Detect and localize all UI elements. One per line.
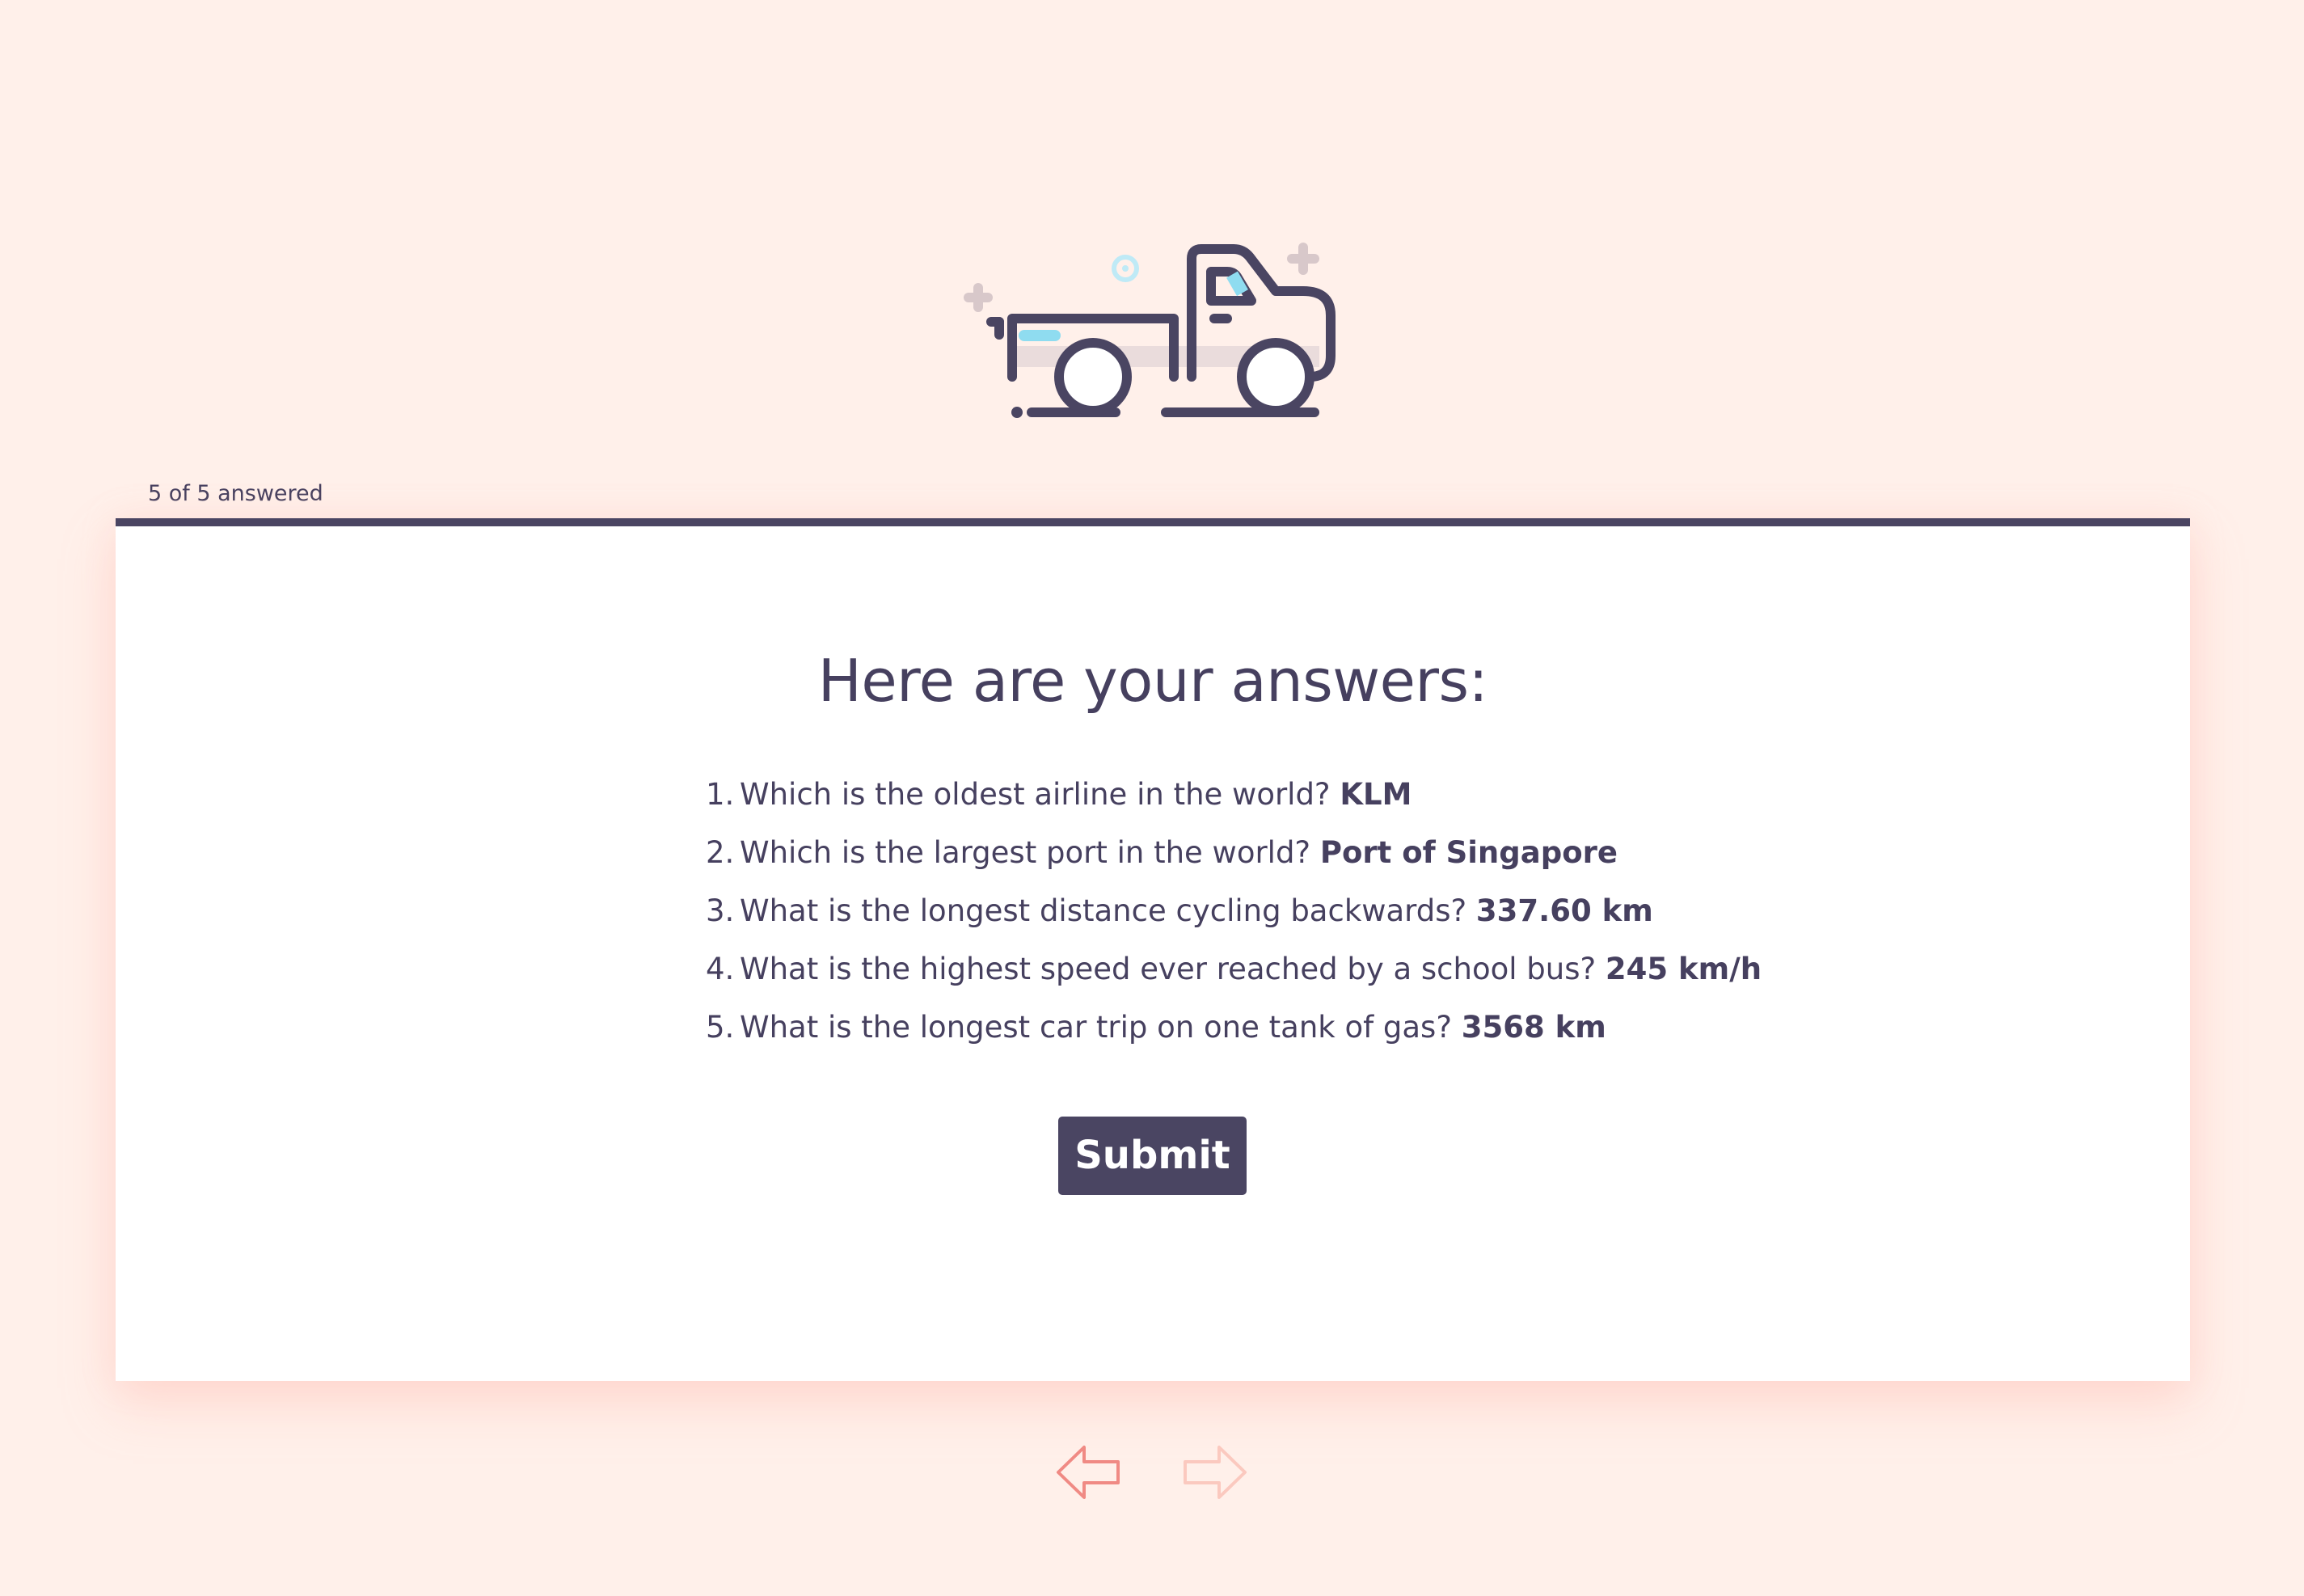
answer-number: 3.: [706, 893, 735, 928]
answer-item: 5. What is the longest car trip on one ta…: [706, 1008, 1967, 1066]
summary-card: Here are your answers: 1. Which is the ol…: [116, 518, 2190, 1381]
answer-item: 3. What is the longest distance cycling b…: [706, 892, 1967, 950]
answer-number: 5.: [706, 1010, 735, 1045]
progress-label: 5 of 5 answered: [148, 481, 323, 506]
question-text: Which is the largest port in the world?: [740, 835, 1311, 870]
summary-title: Here are your answers:: [817, 647, 1488, 715]
question-text: Which is the oldest airline in the world…: [740, 777, 1331, 812]
prev-button[interactable]: [1055, 1444, 1123, 1501]
answer-value: Port of Singapore: [1319, 835, 1618, 870]
answer-number: 4.: [706, 952, 735, 986]
answer-value: 245 km/h: [1605, 952, 1762, 986]
pickup-truck-icon: [954, 234, 1350, 429]
next-button[interactable]: [1180, 1444, 1248, 1501]
question-text: What is the highest speed ever reached b…: [740, 952, 1597, 986]
submit-button[interactable]: Submit: [1058, 1117, 1247, 1195]
question-text: What is the longest distance cycling bac…: [740, 893, 1467, 928]
answer-value: KLM: [1340, 777, 1412, 812]
question-text: What is the longest car trip on one tank…: [740, 1010, 1452, 1045]
answer-item: 1. Which is the oldest airline in the wor…: [706, 775, 1967, 834]
answer-list: 1. Which is the oldest airline in the wor…: [706, 775, 1967, 1066]
answer-item: 2. Which is the largest port in the world…: [706, 834, 1967, 892]
arrow-right-icon: [1184, 1446, 1247, 1499]
answer-number: 2.: [706, 835, 735, 870]
arrow-left-icon: [1057, 1446, 1120, 1499]
answer-value: 3568 km: [1461, 1010, 1606, 1045]
answer-value: 337.60 km: [1475, 893, 1653, 928]
answer-item: 4. What is the highest speed ever reached…: [706, 950, 1967, 1008]
answer-number: 1.: [706, 777, 735, 812]
